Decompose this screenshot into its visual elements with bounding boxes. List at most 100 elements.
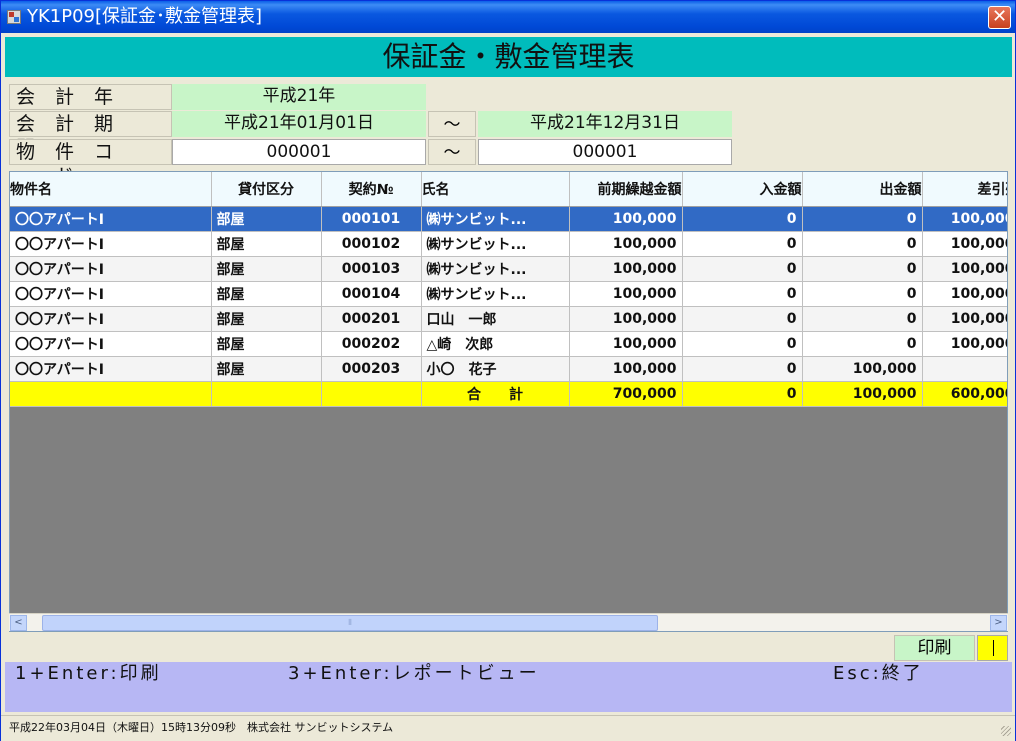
window-title: YK1P09[保証金･敷金管理表] [27, 6, 263, 27]
total-balance: 600,000 [922, 381, 1007, 407]
print-input[interactable] [977, 635, 1008, 661]
cell-contract-no: 000104 [321, 281, 422, 307]
col-header-prior-balance[interactable]: 前期繰越金額 [569, 172, 683, 207]
fiscal-year-label: 会計年度 [9, 84, 172, 132]
cell-lease-type: 部屋 [211, 331, 322, 357]
total-cell-lease-type [211, 381, 322, 407]
cell-prior-balance: 100,000 [569, 206, 683, 232]
cell-property-name: 〇〇アパートⅠ [10, 331, 212, 357]
cell-name: 口山 一郎 [421, 306, 570, 332]
app-icon [7, 10, 21, 24]
cell-prior-balance: 100,000 [569, 231, 683, 257]
cell-prior-balance: 100,000 [569, 256, 683, 282]
table-row[interactable]: 〇〇アパートⅠ 部屋 000101 ㈱サンビット... 100,000 0 0 … [10, 206, 1007, 232]
text-caret [993, 640, 994, 656]
cell-deposit: 0 [682, 206, 803, 232]
cell-withdrawal: 100,000 [802, 356, 923, 382]
cell-lease-type: 部屋 [211, 281, 322, 307]
total-cell-contract-no [321, 381, 422, 407]
col-header-withdrawal[interactable]: 出金額 [802, 172, 923, 207]
table-row[interactable]: 〇〇アパートⅠ 部屋 000104 ㈱サンビット... 100,000 0 0 … [10, 281, 1007, 307]
property-code-tilde: ～ [428, 139, 476, 165]
cell-balance: 100,000 [922, 231, 1007, 257]
cell-prior-balance: 100,000 [569, 331, 683, 357]
table-row[interactable]: 〇〇アパートⅠ 部屋 000201 口山 一郎 100,000 0 0 100,… [10, 306, 1007, 332]
period-tilde: ～ [428, 111, 476, 137]
fiscal-year-value: 平成21年 [172, 84, 426, 110]
cell-property-name: 〇〇アパートⅠ [10, 281, 212, 307]
table-row[interactable]: 〇〇アパートⅠ 部屋 000103 ㈱サンビット... 100,000 0 0 … [10, 256, 1007, 282]
header-row: 物件名 貸付区分 契約№ 氏名 前期繰越金額 入金額 出金額 差引残 [10, 172, 1007, 207]
col-header-contract-no[interactable]: 契約№ [321, 172, 422, 207]
cell-deposit: 0 [682, 306, 803, 332]
total-label: 合 計 [421, 381, 570, 407]
period-to-value: 平成21年12月31日 [478, 111, 732, 137]
property-code-from-input[interactable]: 000001 [172, 139, 426, 165]
col-header-lease-type[interactable]: 貸付区分 [211, 172, 322, 207]
status-bar: 平成22年03月04日（木曜日）15時13分09秒 株式会社 サンビットシステム [1, 715, 1015, 741]
cell-lease-type: 部屋 [211, 356, 322, 382]
cell-withdrawal: 0 [802, 256, 923, 282]
key-hint-exit: Esc:終了 [833, 663, 924, 684]
cell-name: ㈱サンビット... [421, 231, 570, 257]
status-text: 平成22年03月04日（木曜日）15時13分09秒 株式会社 サンビットシステム [9, 721, 394, 734]
property-code-to-input[interactable]: 000001 [478, 139, 732, 165]
cell-prior-balance: 100,000 [569, 356, 683, 382]
cell-deposit: 0 [682, 331, 803, 357]
cell-property-name: 〇〇アパートⅠ [10, 231, 212, 257]
cell-lease-type: 部屋 [211, 256, 322, 282]
scroll-right-icon[interactable]: > [990, 615, 1007, 631]
total-cell-property-name [10, 381, 212, 407]
col-header-name[interactable]: 氏名 [421, 172, 570, 207]
cell-name: ㈱サンビット... [421, 256, 570, 282]
key-hint-report-view: 3+Enter:レポートビュー [288, 663, 540, 684]
cell-deposit: 0 [682, 356, 803, 382]
print-label: 印刷 [894, 635, 975, 661]
main-window: YK1P09[保証金･敷金管理表] ✕ 保証金・敷金管理表 会計年度 平成21年… [0, 0, 1016, 741]
cell-contract-no: 000202 [321, 331, 422, 357]
cell-property-name: 〇〇アパートⅠ [10, 306, 212, 332]
property-code-label: 物件コード [9, 139, 172, 187]
table-row[interactable]: 〇〇アパートⅠ 部屋 000203 小〇 花子 100,000 0 100,00… [10, 356, 1007, 382]
period-label: 会計期間 [9, 111, 172, 159]
scroll-left-icon[interactable]: < [10, 615, 27, 631]
horizontal-scrollbar[interactable]: < ⦀ > [9, 613, 1008, 631]
col-header-balance[interactable]: 差引残 [922, 172, 1007, 207]
cell-prior-balance: 100,000 [569, 306, 683, 332]
scroll-thumb[interactable]: ⦀ [42, 615, 658, 631]
cell-deposit: 0 [682, 231, 803, 257]
cell-withdrawal: 0 [802, 281, 923, 307]
cell-lease-type: 部屋 [211, 206, 322, 232]
total-row: 合 計 700,000 0 100,000 600,000 [10, 381, 1007, 407]
cell-name: ㈱サンビット... [421, 281, 570, 307]
title-bar[interactable]: YK1P09[保証金･敷金管理表] ✕ [1, 1, 1015, 33]
cell-withdrawal: 0 [802, 331, 923, 357]
cell-balance [922, 356, 1007, 382]
total-prior-balance: 700,000 [569, 381, 683, 407]
cell-balance: 100,000 [922, 256, 1007, 282]
cell-name: 小〇 花子 [421, 356, 570, 382]
key-hint-print: 1+Enter:印刷 [15, 663, 162, 684]
cell-balance: 100,000 [922, 206, 1007, 232]
total-withdrawal: 100,000 [802, 381, 923, 407]
cell-contract-no: 000201 [321, 306, 422, 332]
cell-withdrawal: 0 [802, 206, 923, 232]
col-header-property-name[interactable]: 物件名 [10, 172, 212, 207]
close-button[interactable]: ✕ [988, 6, 1011, 29]
ledger-table: 物件名 貸付区分 契約№ 氏名 前期繰越金額 入金額 出金額 差引残 〇〇アパー… [10, 172, 1007, 407]
resize-grip-icon[interactable] [1001, 726, 1011, 736]
cell-contract-no: 000102 [321, 231, 422, 257]
col-header-deposit[interactable]: 入金額 [682, 172, 803, 207]
cell-name: ㈱サンビット... [421, 206, 570, 232]
period-from-value: 平成21年01月01日 [172, 111, 426, 137]
cell-withdrawal: 0 [802, 231, 923, 257]
cell-contract-no: 000101 [321, 206, 422, 232]
data-grid[interactable]: 物件名 貸付区分 契約№ 氏名 前期繰越金額 入金額 出金額 差引残 〇〇アパー… [9, 171, 1008, 632]
table-row[interactable]: 〇〇アパートⅠ 部屋 000102 ㈱サンビット... 100,000 0 0 … [10, 231, 1007, 257]
cell-balance: 100,000 [922, 306, 1007, 332]
table-row[interactable]: 〇〇アパートⅠ 部屋 000202 △崎 次郎 100,000 0 0 100,… [10, 331, 1007, 357]
cell-property-name: 〇〇アパートⅠ [10, 356, 212, 382]
cell-property-name: 〇〇アパートⅠ [10, 206, 212, 232]
cell-name: △崎 次郎 [421, 331, 570, 357]
cell-deposit: 0 [682, 256, 803, 282]
